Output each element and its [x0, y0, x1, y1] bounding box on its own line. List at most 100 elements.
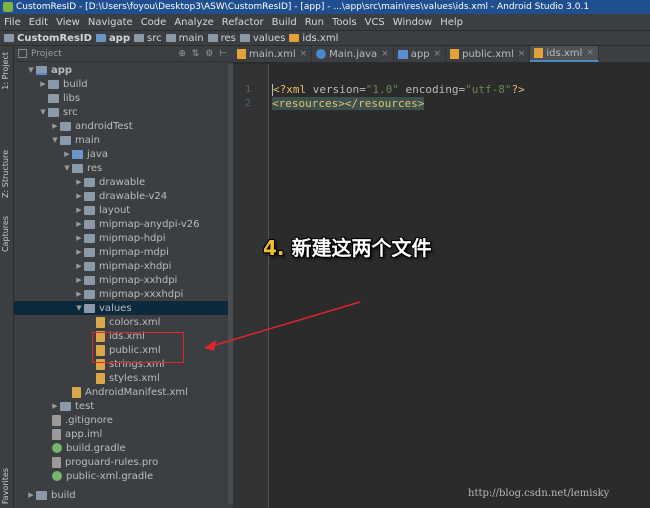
menu-navigate[interactable]: Navigate	[84, 17, 137, 28]
tree-item-mipmap-mdpi[interactable]: ▶ mipmap-mdpi	[14, 245, 233, 259]
breadcrumb-item-src[interactable]: src	[130, 33, 162, 44]
captures-tool-tab[interactable]: Captures	[1, 216, 10, 252]
gear-icon[interactable]: ⚙	[205, 49, 213, 59]
folder-icon	[60, 121, 71, 131]
tree-item-res[interactable]: ▼ res	[14, 161, 233, 175]
menu-refactor[interactable]: Refactor	[218, 17, 268, 28]
breadcrumb-item-project[interactable]: CustomResID	[0, 33, 92, 44]
tree-item-mipmap-hdpi[interactable]: ▶ mipmap-hdpi	[14, 231, 233, 245]
tree-item-styles-xml[interactable]: styles.xml	[14, 371, 233, 385]
tree-item-values[interactable]: ▼ values	[14, 301, 233, 315]
tab-main-xml[interactable]: main.xml ×	[233, 46, 313, 62]
folder-icon	[84, 191, 95, 201]
chevron-right-icon[interactable]: ▶	[74, 234, 84, 242]
menu-window[interactable]: Window	[389, 17, 436, 28]
tree-item-androidmanifest-xml[interactable]: AndroidManifest.xml	[14, 385, 233, 399]
collapse-icon[interactable]: ⇅	[192, 49, 200, 59]
tree-item-app-iml[interactable]: app.iml	[14, 427, 233, 441]
close-icon[interactable]: ×	[434, 49, 442, 59]
tree-item-main[interactable]: ▼ main	[14, 133, 233, 147]
breadcrumb-item-values[interactable]: values	[236, 33, 285, 44]
chevron-right-icon[interactable]: ▶	[74, 262, 84, 270]
chevron-right-icon[interactable]: ▶	[74, 290, 84, 298]
chevron-right-icon[interactable]: ▶	[26, 491, 36, 499]
project-panel-title[interactable]: Project	[31, 49, 62, 59]
tree-item-mipmap-xxhdpi[interactable]: ▶ mipmap-xxhdpi	[14, 273, 233, 287]
tab-ids-xml[interactable]: ids.xml ×	[530, 46, 599, 62]
tree-item-drawable[interactable]: ▶ drawable	[14, 175, 233, 189]
project-panel: Project ⊕ ⇅ ⚙ ⊢ ▼ app ▶ build libs ▼ src ▶ a…	[14, 46, 233, 508]
menu-code[interactable]: Code	[137, 17, 171, 28]
favorites-tool-tab[interactable]: Favorites	[1, 468, 10, 504]
menu-edit[interactable]: Edit	[25, 17, 52, 28]
tree-item-public-xml-gradle[interactable]: public-xml.gradle	[14, 469, 233, 483]
menu-file[interactable]: File	[0, 17, 25, 28]
menu-vcs[interactable]: VCS	[361, 17, 389, 28]
tree-item-colors-xml[interactable]: colors.xml	[14, 315, 233, 329]
tab-main-java[interactable]: Main.java ×	[312, 46, 394, 62]
chevron-down-icon[interactable]: ▼	[50, 136, 60, 144]
tree-item-build[interactable]: ▶ build	[14, 77, 233, 91]
tree-item-drawable-v24[interactable]: ▶ drawable-v24	[14, 189, 233, 203]
tree-item-libs[interactable]: libs	[14, 91, 233, 105]
chevron-right-icon[interactable]: ▶	[74, 178, 84, 186]
menu-view[interactable]: View	[52, 17, 84, 28]
tree-item-build-gradle[interactable]: build.gradle	[14, 441, 233, 455]
menu-run[interactable]: Run	[301, 17, 328, 28]
project-tool-tab[interactable]: 1: Project	[1, 52, 10, 90]
close-icon[interactable]: ×	[586, 48, 594, 58]
folder-icon	[60, 401, 71, 411]
tree-item-app[interactable]: ▼ app	[14, 63, 233, 77]
tree-item-mipmap-xhdpi[interactable]: ▶ mipmap-xhdpi	[14, 259, 233, 273]
chevron-right-icon[interactable]: ▶	[38, 80, 48, 88]
menu-tools[interactable]: Tools	[328, 17, 361, 28]
menu-build[interactable]: Build	[268, 17, 301, 28]
left-tool-window-strip: 1: Project Z: Structure Captures Favorit…	[0, 46, 14, 508]
breadcrumb-item-main[interactable]: main	[162, 33, 204, 44]
code-line-1: <?xml version="1.0" encoding="utf-8"?>	[272, 83, 525, 96]
folder-icon	[84, 205, 95, 215]
chevron-right-icon[interactable]: ▶	[74, 192, 84, 200]
tree-item-mipmap-anydpi-v26[interactable]: ▶ mipmap-anydpi-v26	[14, 217, 233, 231]
breadcrumb-item-res[interactable]: res	[204, 33, 236, 44]
text-file-icon	[52, 428, 61, 440]
breadcrumb-item-app[interactable]: app	[92, 33, 130, 44]
code-editor[interactable]: <?xml version="1.0" encoding="utf-8"?> <…	[270, 64, 650, 508]
tree-item-build-root[interactable]: ▶ build	[14, 488, 233, 502]
annotation-text: 4. 新建这两个文件	[263, 236, 432, 260]
tree-item-proguard-rules[interactable]: proguard-rules.pro	[14, 455, 233, 469]
tree-item-test[interactable]: ▶ test	[14, 399, 233, 413]
chevron-right-icon[interactable]: ▶	[50, 402, 60, 410]
tree-item-gitignore[interactable]: .gitignore	[14, 413, 233, 427]
chevron-right-icon[interactable]: ▶	[50, 122, 60, 130]
tree-item-layout[interactable]: ▶ layout	[14, 203, 233, 217]
chevron-right-icon[interactable]: ▶	[62, 150, 72, 158]
hide-icon[interactable]: ⊢	[219, 49, 227, 59]
tab-public-xml[interactable]: public.xml ×	[446, 46, 531, 62]
tab-app[interactable]: app ×	[394, 46, 447, 62]
chevron-right-icon[interactable]: ▶	[74, 276, 84, 284]
chevron-down-icon[interactable]: ▼	[62, 164, 72, 172]
structure-tool-tab[interactable]: Z: Structure	[1, 150, 10, 198]
tree-item-java[interactable]: ▶ java	[14, 147, 233, 161]
menu-help[interactable]: Help	[436, 17, 467, 28]
text-file-icon	[52, 414, 61, 426]
chevron-right-icon[interactable]: ▶	[74, 220, 84, 228]
chevron-down-icon[interactable]: ▼	[26, 66, 36, 74]
tree-item-src[interactable]: ▼ src	[14, 105, 233, 119]
close-icon[interactable]: ×	[381, 49, 389, 59]
folder-icon	[48, 79, 59, 89]
close-icon[interactable]: ×	[300, 49, 308, 59]
tree-item-mipmap-xxxhdpi[interactable]: ▶ mipmap-xxxhdpi	[14, 287, 233, 301]
close-icon[interactable]: ×	[518, 49, 526, 59]
xml-file-icon	[534, 48, 544, 58]
sync-icon[interactable]: ⊕	[178, 49, 186, 59]
menu-analyze[interactable]: Analyze	[170, 17, 217, 28]
chevron-down-icon[interactable]: ▼	[74, 304, 84, 312]
breadcrumb-item-ids-xml[interactable]: ids.xml	[285, 33, 338, 44]
chevron-right-icon[interactable]: ▶	[74, 206, 84, 214]
chevron-right-icon[interactable]: ▶	[74, 248, 84, 256]
chevron-down-icon[interactable]: ▼	[38, 108, 48, 116]
window-title-bar: CustomResID - [D:\Users\foyou\Desktop3\A…	[0, 0, 650, 14]
tree-item-androidtest[interactable]: ▶ androidTest	[14, 119, 233, 133]
